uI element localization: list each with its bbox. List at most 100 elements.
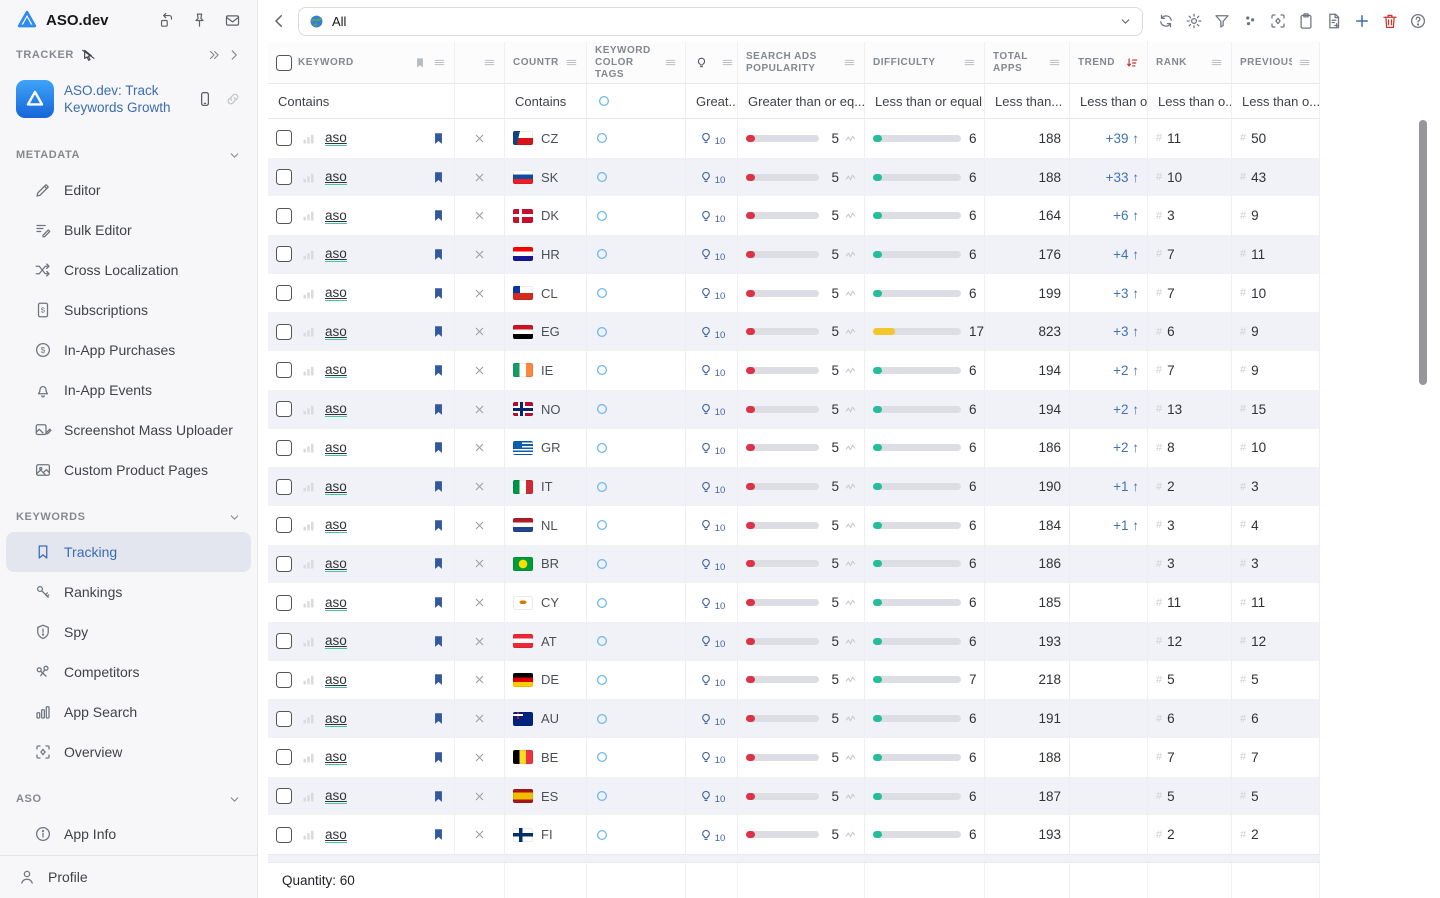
mini-bars-icon[interactable] — [301, 750, 316, 765]
sidebar-item-in-app-purchases[interactable]: $ In-App Purchases — [6, 330, 251, 370]
tracked-app-item[interactable]: ASO.dev: Track Keywords Growth — [0, 70, 257, 128]
row-checkbox[interactable] — [276, 711, 292, 727]
sidebar-item-overview[interactable]: Overview — [6, 732, 251, 772]
refresh-icon[interactable] — [1157, 12, 1175, 30]
remove-keyword-icon[interactable] — [473, 441, 486, 454]
color-tag-circle-icon[interactable] — [595, 557, 609, 571]
keyword-link[interactable]: aso — [325, 324, 347, 340]
sparkline-icon[interactable] — [845, 404, 856, 415]
sparkline-icon[interactable] — [845, 365, 856, 376]
bulb-icon[interactable]: 10 — [698, 827, 726, 843]
bulb-icon[interactable]: 10 — [698, 285, 726, 301]
remove-keyword-icon[interactable] — [473, 557, 486, 570]
bulb-icon[interactable]: 10 — [698, 749, 726, 765]
mini-bars-icon[interactable] — [301, 827, 316, 842]
bookmark-filled-icon[interactable] — [431, 440, 446, 455]
sidebar-item-competitors[interactable]: Competitors — [6, 652, 251, 692]
sidebar-item-subscriptions[interactable]: $ Subscriptions — [6, 290, 251, 330]
bookmark-filled-icon[interactable] — [431, 750, 446, 765]
chevrons-right-icon[interactable] — [207, 48, 221, 62]
trash-icon[interactable] — [1381, 12, 1399, 30]
mini-bars-icon[interactable] — [301, 518, 316, 533]
remove-keyword-icon[interactable] — [473, 751, 486, 764]
remove-keyword-icon[interactable] — [473, 132, 486, 145]
keyword-link[interactable]: aso — [325, 246, 347, 262]
sort-desc-icon[interactable] — [1125, 56, 1139, 70]
remove-keyword-icon[interactable] — [473, 287, 486, 300]
filter-trend[interactable]: Less than o... — [1070, 84, 1148, 119]
mini-bars-icon[interactable] — [301, 131, 316, 146]
sparkline-icon[interactable] — [845, 520, 856, 531]
color-tag-circle-icon[interactable] — [595, 750, 609, 764]
filter-lamp[interactable]: Great... — [686, 84, 738, 119]
keyword-link[interactable]: aso — [325, 440, 347, 456]
bulb-icon[interactable]: 10 — [698, 169, 726, 185]
bulb-icon[interactable]: 10 — [698, 324, 726, 340]
bookmark-filled-icon[interactable] — [431, 595, 446, 610]
bulb-icon[interactable]: 10 — [698, 672, 726, 688]
section-header-metadata[interactable]: METADATA — [0, 140, 257, 170]
vertical-scrollbar[interactable] — [1419, 120, 1427, 385]
sparkline-icon[interactable] — [845, 752, 856, 763]
mini-bars-icon[interactable] — [301, 479, 316, 494]
sidebar-item-tracking[interactable]: Tracking — [6, 532, 251, 572]
link-icon[interactable] — [225, 91, 241, 107]
row-checkbox[interactable] — [276, 595, 292, 611]
row-checkbox[interactable] — [276, 517, 292, 533]
sparkline-icon[interactable] — [845, 558, 856, 569]
row-checkbox[interactable] — [276, 749, 292, 765]
app-switch-icon[interactable] — [158, 12, 175, 29]
row-checkbox[interactable] — [276, 362, 292, 378]
mini-bars-icon[interactable] — [301, 402, 316, 417]
bookmark-filled-icon[interactable] — [431, 672, 446, 687]
sparkline-icon[interactable] — [845, 249, 856, 260]
column-menu-icon[interactable] — [433, 56, 446, 69]
remove-keyword-icon[interactable] — [473, 635, 486, 648]
sparkline-icon[interactable] — [845, 442, 856, 453]
color-tag-circle-icon[interactable] — [595, 673, 609, 687]
chevron-down-icon[interactable] — [228, 511, 241, 524]
remove-keyword-icon[interactable] — [473, 790, 486, 803]
mini-bars-icon[interactable] — [301, 324, 316, 339]
doc-add-icon[interactable] — [1325, 12, 1343, 30]
column-menu-icon[interactable] — [843, 56, 856, 69]
bookmark-filled-icon[interactable] — [431, 827, 446, 842]
color-tag-circle-icon[interactable] — [595, 789, 609, 803]
bookmark-filled-icon[interactable] — [431, 363, 446, 378]
row-checkbox[interactable] — [276, 440, 292, 456]
chevron-right-icon[interactable] — [227, 48, 241, 62]
bookmark-filled-icon[interactable] — [431, 789, 446, 804]
sparkline-icon[interactable] — [845, 288, 856, 299]
color-tag-circle-icon[interactable] — [595, 518, 609, 532]
remove-keyword-icon[interactable] — [473, 519, 486, 532]
back-icon[interactable] — [268, 10, 290, 32]
keyword-link[interactable]: aso — [325, 401, 347, 417]
mini-bars-icon[interactable] — [301, 286, 316, 301]
bookmark-filled-icon[interactable] — [431, 208, 446, 223]
bulb-icon[interactable]: 10 — [698, 362, 726, 378]
sparkline-icon[interactable] — [845, 481, 856, 492]
bookmark-filled-icon[interactable] — [431, 711, 446, 726]
country-select[interactable]: All — [298, 7, 1143, 36]
row-checkbox[interactable] — [276, 401, 292, 417]
filter-difficulty[interactable]: Less than or equal ... — [865, 84, 985, 119]
section-header-keywords[interactable]: KEYWORDS — [0, 502, 257, 532]
bookmark-filled-icon[interactable] — [431, 170, 446, 185]
keyword-link[interactable]: aso — [325, 749, 347, 765]
remove-keyword-icon[interactable] — [473, 325, 486, 338]
mini-bars-icon[interactable] — [301, 440, 316, 455]
bulb-icon[interactable]: 10 — [698, 440, 726, 456]
mini-bars-icon[interactable] — [301, 556, 316, 571]
row-checkbox[interactable] — [276, 633, 292, 649]
column-menu-icon[interactable] — [483, 56, 496, 69]
phone-icon[interactable] — [197, 91, 213, 107]
clipboard-icon[interactable] — [1297, 12, 1315, 30]
sparkline-icon[interactable] — [845, 636, 856, 647]
remove-keyword-icon[interactable] — [473, 248, 486, 261]
tracked-app-name[interactable]: ASO.dev: Track Keywords Growth — [64, 82, 187, 116]
sparkline-icon[interactable] — [845, 713, 856, 724]
column-menu-icon[interactable] — [1210, 56, 1223, 69]
keyword-link[interactable]: aso — [325, 633, 347, 649]
bookmark-filled-icon[interactable] — [431, 556, 446, 571]
color-tag-circle-icon[interactable] — [595, 247, 609, 261]
